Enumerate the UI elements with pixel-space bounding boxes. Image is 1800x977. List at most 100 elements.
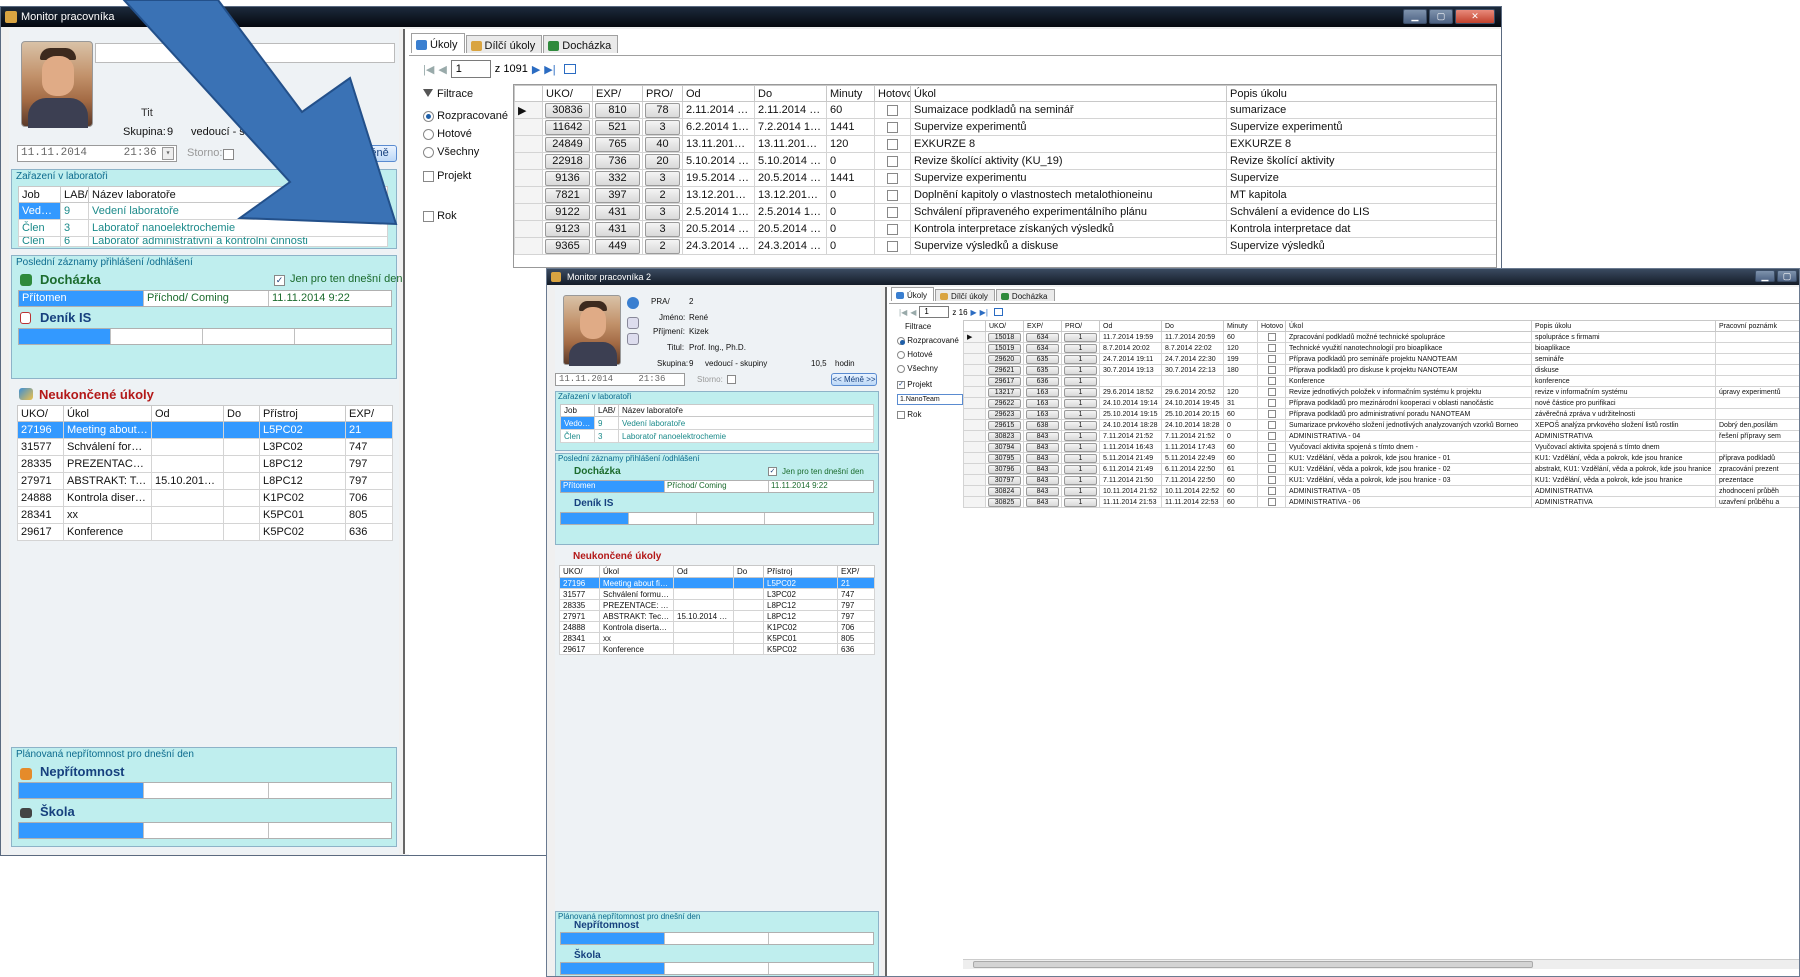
w2-scroll-thumb[interactable] bbox=[973, 961, 1533, 968]
w2-tasks-header[interactable]: UKO/ bbox=[985, 320, 1024, 332]
w2-task-cell-button[interactable]: 1 bbox=[1064, 398, 1097, 408]
row-selector[interactable] bbox=[963, 485, 986, 497]
w2-task-row[interactable]: 29615 638 1 24.10.2014 18:28 24.10.2014 18:2… bbox=[963, 419, 1799, 431]
task-cell-button[interactable]: 810 bbox=[595, 102, 640, 118]
row-selector[interactable] bbox=[963, 408, 986, 420]
row-selector[interactable] bbox=[963, 342, 986, 354]
columns-icon[interactable] bbox=[993, 308, 1003, 316]
w2-filter-option[interactable]: Všechny bbox=[897, 364, 938, 373]
w2-doc-icon[interactable] bbox=[627, 333, 639, 345]
only-today-checkbox[interactable]: ✓ bbox=[274, 274, 285, 286]
w2-task-cell-button[interactable]: 1 bbox=[1064, 409, 1097, 419]
w2-labs-row[interactable]: Člen 3 Laboratoř nanoelektrochemie bbox=[560, 429, 874, 443]
unfinished-row[interactable]: 31577Schválení formulář... L3PC02747 bbox=[17, 438, 393, 456]
unfinished-header[interactable]: UKO/ bbox=[17, 405, 64, 422]
done-checkbox[interactable] bbox=[1267, 399, 1276, 407]
w2-task-cell-button[interactable]: 1 bbox=[1064, 464, 1097, 474]
minimize-button[interactable]: ▁ bbox=[1403, 9, 1427, 24]
w2-storno-checkbox[interactable] bbox=[727, 375, 736, 385]
minimize-button[interactable]: ▁ bbox=[1755, 270, 1775, 282]
task-cell-button[interactable]: 11642 bbox=[545, 119, 590, 135]
w2-task-row[interactable]: 29623 163 1 25.10.2014 19:15 25.10.2014 20:1… bbox=[963, 408, 1799, 420]
row-selector[interactable] bbox=[963, 364, 986, 376]
done-checkbox[interactable] bbox=[887, 172, 898, 184]
w2-task-cell-button[interactable]: 843 bbox=[1026, 464, 1059, 474]
row-selector[interactable] bbox=[514, 152, 543, 170]
w2-filter-year[interactable]: Rok bbox=[897, 410, 921, 419]
tasks-header[interactable]: Popis úkolu bbox=[1226, 85, 1496, 102]
window-2-titlebar[interactable]: Monitor pracovníka 2 ▁ ▢ bbox=[547, 269, 1799, 285]
row-selector[interactable] bbox=[963, 452, 986, 464]
w2-task-cell-button[interactable]: 29622 bbox=[988, 398, 1021, 408]
row-selector[interactable] bbox=[963, 474, 986, 486]
w2-task-cell-button[interactable]: 843 bbox=[1026, 486, 1059, 496]
w2-task-row[interactable]: 29620 635 1 24.7.2014 19:11 24.7.2014 22:30 1… bbox=[963, 353, 1799, 365]
attendance-record[interactable]: Přítomen Příchod/ Coming 11.11.2014 9:22 bbox=[18, 290, 392, 307]
w2-unfinished-header[interactable]: Do bbox=[733, 565, 764, 578]
w2-task-cell-button[interactable]: 163 bbox=[1026, 387, 1059, 397]
w2-tasks-header[interactable]: Pracovní poznámk bbox=[1715, 320, 1799, 332]
w2-unfinished-header[interactable]: UKO/ bbox=[559, 565, 600, 578]
w2-unfinished-header[interactable]: Úkol bbox=[599, 565, 674, 578]
w2-unfinished-row[interactable]: 29617 Konference K5PC02 636 bbox=[559, 643, 875, 655]
tasks-header[interactable]: Minuty bbox=[826, 85, 875, 102]
w2-unfinished-row[interactable]: 27971 ABSTRAKT: Techn... 15.10.2014 17:59 L… bbox=[559, 610, 875, 622]
next-record-icon[interactable]: ▶ bbox=[971, 308, 977, 317]
row-selector[interactable] bbox=[963, 430, 986, 442]
w2-labs-header[interactable]: Job bbox=[560, 404, 595, 417]
done-checkbox[interactable] bbox=[1267, 410, 1276, 418]
maximize-button[interactable]: ▢ bbox=[1429, 9, 1453, 24]
done-checkbox[interactable] bbox=[887, 206, 898, 218]
done-checkbox[interactable] bbox=[887, 240, 898, 252]
w2-task-cell-button[interactable]: 13217 bbox=[988, 387, 1021, 397]
w2-task-cell-button[interactable]: 1 bbox=[1064, 376, 1097, 386]
row-selector[interactable] bbox=[514, 135, 543, 153]
task-cell-button[interactable]: 9122 bbox=[545, 204, 590, 220]
done-checkbox[interactable] bbox=[1267, 487, 1276, 495]
task-row[interactable]: 9365449224.3.2014 11:3324.3.2014 11:330S… bbox=[514, 237, 1496, 255]
done-checkbox[interactable] bbox=[1267, 377, 1276, 385]
task-row[interactable]: 9123431320.5.2014 12:4520.5.2014 12:450K… bbox=[514, 220, 1496, 238]
task-cell-button[interactable]: 78 bbox=[645, 102, 680, 118]
w2-school-record[interactable] bbox=[560, 962, 874, 975]
done-checkbox[interactable] bbox=[1267, 454, 1276, 462]
w2-unfinished-row[interactable]: 31577 Schválení formulář... L3PC02 747 bbox=[559, 588, 875, 600]
row-selector[interactable]: ▶ bbox=[514, 101, 543, 119]
row-selector[interactable] bbox=[963, 419, 986, 431]
task-row[interactable]: 7821397213.12.2013 17:4813.12.2013 17:48… bbox=[514, 186, 1496, 204]
task-cell-button[interactable]: 765 bbox=[595, 136, 640, 152]
w2-task-cell-button[interactable]: 30824 bbox=[988, 486, 1021, 496]
w2-task-cell-button[interactable]: 29617 bbox=[988, 376, 1021, 386]
w2-filter-option[interactable]: Rozpracované bbox=[897, 336, 959, 345]
unfinished-header[interactable]: EXP/ bbox=[345, 405, 393, 422]
task-cell-button[interactable]: 22918 bbox=[545, 153, 590, 169]
task-row[interactable]: 24849 765 4013.11.2014 16:0013.11.2014 18:… bbox=[514, 135, 1496, 153]
w2-task-cell-button[interactable]: 1 bbox=[1064, 365, 1097, 375]
w2-task-row[interactable]: 15019 634 1 8.7.2014 20:02 8.7.2014 22:02 120… bbox=[963, 342, 1799, 354]
done-checkbox[interactable] bbox=[1267, 498, 1276, 506]
w2-task-cell-button[interactable]: 843 bbox=[1026, 453, 1059, 463]
unfinished-row[interactable]: 29617 Konference K5PC02 636 bbox=[17, 523, 393, 541]
row-selector[interactable] bbox=[514, 237, 543, 255]
task-cell-button[interactable]: 9136 bbox=[545, 170, 590, 186]
tasks-header[interactable]: Hotovo bbox=[874, 85, 911, 102]
row-selector[interactable] bbox=[514, 186, 543, 204]
w2-filter-project[interactable]: ✓ Projekt bbox=[897, 380, 932, 389]
w2-task-cell-button[interactable]: 30796 bbox=[988, 464, 1021, 474]
w2-task-row[interactable]: 30795 843 1 5.11.2014 21:49 5.11.2014 22:49 6… bbox=[963, 452, 1799, 464]
done-checkbox[interactable] bbox=[1267, 344, 1276, 352]
w2-unfinished-row[interactable]: 24888 Kontrola disertační ... K1PC02 706 bbox=[559, 621, 875, 633]
w2-tab-attendance[interactable]: Docházka bbox=[995, 289, 1055, 301]
w2-task-cell-button[interactable]: 15019 bbox=[988, 343, 1021, 353]
w2-project-select[interactable]: 1.NanoTeam bbox=[897, 394, 963, 405]
last-record-icon[interactable]: ▶| bbox=[544, 63, 555, 76]
w2-task-cell-button[interactable]: 1 bbox=[1064, 332, 1097, 342]
w2-record-input[interactable]: 1 bbox=[919, 306, 950, 318]
w2-attendance-record[interactable]: Přítomen Příchod/ Coming 11.11.2014 9:22 bbox=[560, 480, 874, 493]
w2-task-cell-button[interactable]: 30795 bbox=[988, 453, 1021, 463]
done-checkbox[interactable] bbox=[1267, 421, 1276, 429]
absence-record[interactable] bbox=[18, 782, 392, 799]
unfinished-row[interactable]: 28335PREZENTACE: Te... L8PC12797 bbox=[17, 455, 393, 473]
w2-task-cell-button[interactable]: 15018 bbox=[988, 332, 1021, 342]
task-cell-button[interactable]: 20 bbox=[645, 153, 680, 169]
